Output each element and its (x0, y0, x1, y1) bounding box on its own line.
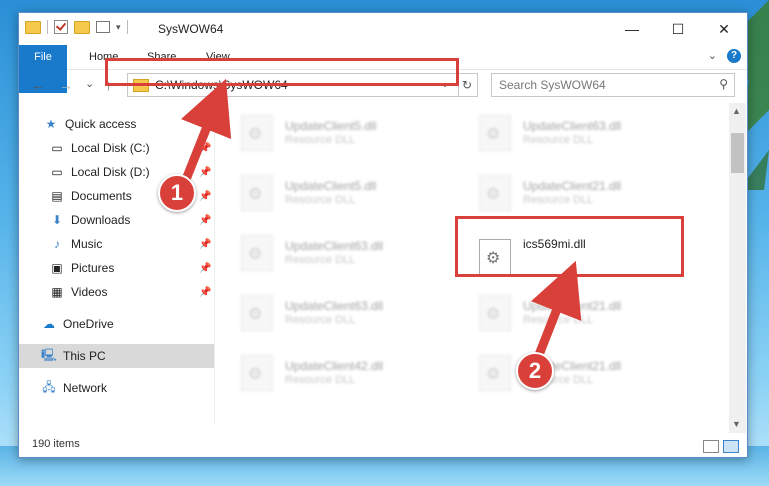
arrow-to-file (531, 260, 582, 365)
step-badge-2: 2 (516, 352, 554, 390)
arrow-to-address (180, 78, 232, 187)
annotation-arrows (180, 78, 582, 365)
step-badge-1: 1 (158, 174, 196, 212)
